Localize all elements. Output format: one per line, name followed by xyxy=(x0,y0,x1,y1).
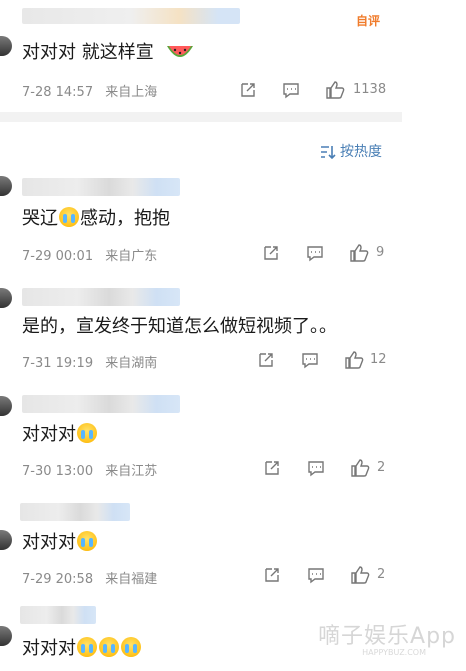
crying-emoji-icon xyxy=(59,207,79,227)
comment-location: 来自福建 xyxy=(105,572,158,587)
comment-meta: 7-28 14:57 来自上海 xyxy=(22,81,157,100)
username-blurred[interactable] xyxy=(20,503,130,521)
comment-time: 7-28 14:57 xyxy=(22,85,94,100)
like-count: 12 xyxy=(370,352,387,367)
comment-time: 7-31 19:19 xyxy=(22,356,94,371)
comment-item: 哭辽 感动，抱抱 7-29 00:01 来自广东 9 xyxy=(0,172,466,272)
crying-emoji-icon xyxy=(121,637,141,657)
comment-meta: 7-29 00:01 来自广东 xyxy=(22,245,157,264)
crying-emoji-icon xyxy=(77,531,97,551)
comment-text: 是的，宣发终于知道怎么做短视频了。。 xyxy=(22,316,337,337)
section-divider xyxy=(0,112,402,122)
self-comment-badge: 自评 xyxy=(356,14,381,28)
reply-icon[interactable] xyxy=(282,81,300,99)
avatar[interactable] xyxy=(0,530,12,550)
watermark-subtext: HAPPYBUZ.COM xyxy=(362,648,426,657)
comment-location: 来自湖南 xyxy=(105,356,158,371)
share-icon[interactable] xyxy=(263,566,281,584)
watermark-text: 嘀子娱乐App xyxy=(318,624,456,649)
comment-meta: 7-30 13:00 来自江苏 xyxy=(22,460,157,479)
like-icon[interactable] xyxy=(344,350,364,370)
sort-icon xyxy=(321,146,336,160)
comment-item: 是的，宣发终于知道怎么做短视频了。。 7-31 19:19 来自湖南 12 xyxy=(0,284,466,384)
comment-item: 对对对 7-29 20:58 来自福建 2 xyxy=(0,500,466,600)
share-icon[interactable] xyxy=(239,81,257,99)
reply-icon[interactable] xyxy=(306,244,324,262)
avatar[interactable] xyxy=(0,176,12,196)
comment-text: 对对对 xyxy=(22,637,142,660)
share-icon[interactable] xyxy=(262,244,280,262)
like-count: 9 xyxy=(376,245,385,260)
watermelon-icon xyxy=(165,40,195,64)
like-icon[interactable] xyxy=(350,565,370,585)
comment-meta: 7-29 20:58 来自福建 xyxy=(22,568,157,587)
like-icon[interactable] xyxy=(325,80,345,100)
like-count: 1138 xyxy=(353,82,387,97)
sort-label: 按热度 xyxy=(340,144,382,160)
comment-text: 对对对 xyxy=(22,531,98,554)
comment-text: 对对对 就这样宣 xyxy=(22,40,195,64)
comment-meta: 7-31 19:19 来自湖南 xyxy=(22,352,157,371)
username-blurred[interactable] xyxy=(22,8,240,24)
avatar[interactable] xyxy=(0,396,12,416)
share-icon[interactable] xyxy=(257,351,275,369)
reply-icon[interactable] xyxy=(301,351,319,369)
username-blurred[interactable] xyxy=(22,178,180,196)
reply-icon[interactable] xyxy=(307,566,325,584)
like-icon[interactable] xyxy=(350,458,370,478)
reply-icon[interactable] xyxy=(307,459,325,477)
crying-emoji-icon xyxy=(99,637,119,657)
share-icon[interactable] xyxy=(263,459,281,477)
username-blurred[interactable] xyxy=(20,606,96,624)
avatar[interactable] xyxy=(0,36,12,56)
like-count: 2 xyxy=(377,567,386,582)
crying-emoji-icon xyxy=(77,637,97,657)
comment-item: 对对对 7-30 13:00 来自江苏 2 xyxy=(0,392,466,492)
like-icon[interactable] xyxy=(349,243,369,263)
comment-text: 哭辽 感动，抱抱 xyxy=(22,207,170,229)
username-blurred[interactable] xyxy=(22,288,180,306)
username-blurred[interactable] xyxy=(22,395,180,413)
comment-location: 来自广东 xyxy=(105,249,158,264)
like-count: 2 xyxy=(377,460,386,475)
avatar[interactable] xyxy=(0,288,12,308)
comment-location: 来自江苏 xyxy=(105,464,158,479)
avatar[interactable] xyxy=(0,626,12,646)
sort-by-hot-button[interactable]: 按热度 xyxy=(320,141,382,161)
comment-text: 对对对 xyxy=(22,423,98,446)
comment-time: 7-30 13:00 xyxy=(22,464,94,479)
comment-location: 来自上海 xyxy=(105,85,158,100)
top-comment: 自评 对对对 就这样宣 7-28 14:57 来自上海 1138 xyxy=(0,0,466,112)
comment-time: 7-29 20:58 xyxy=(22,572,94,587)
crying-emoji-icon xyxy=(77,423,97,443)
comment-time: 7-29 00:01 xyxy=(22,249,94,264)
